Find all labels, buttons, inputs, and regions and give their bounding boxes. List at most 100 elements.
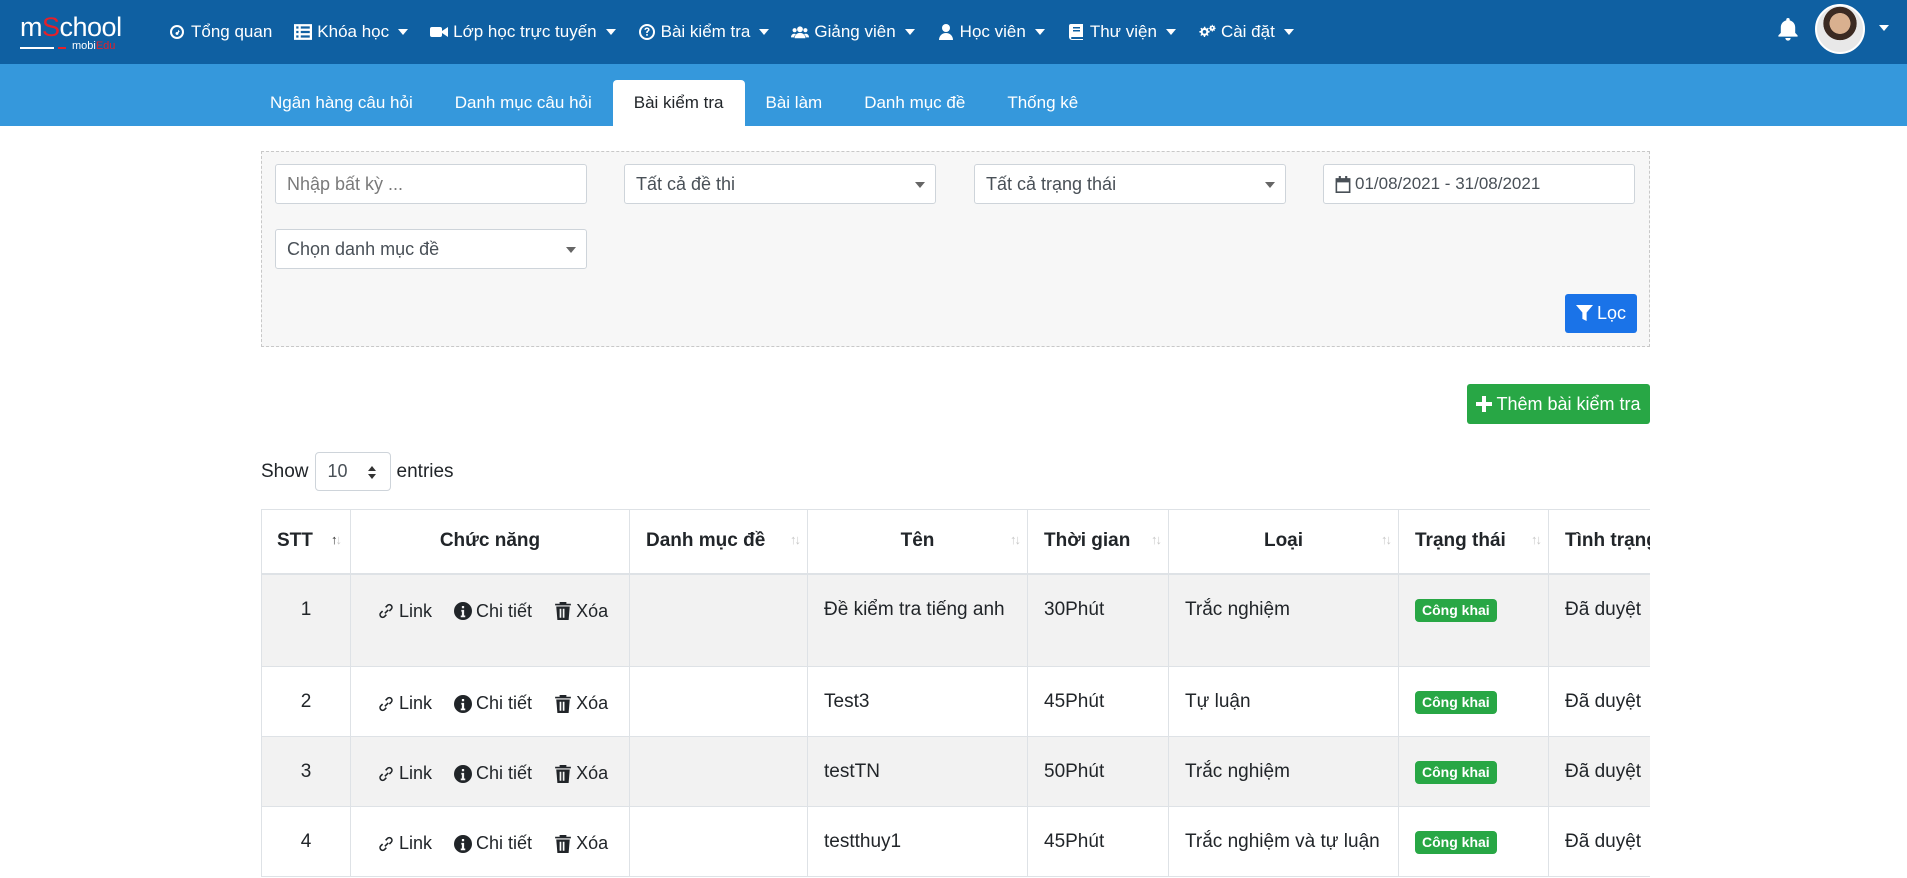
status-select[interactable]: Tất cả trạng thái [974,164,1286,204]
cell-stt: 1 [261,573,351,667]
column-header-danh-muc-de[interactable]: Danh mục đề ↑↓ [629,509,808,575]
table-row: 3 Link Chi tiết Xóa testTN 50Phút Trắc n… [261,736,1650,807]
column-header-thoi-gian[interactable]: Thời gian ↑↓ [1027,509,1169,575]
delete-button[interactable]: Xóa [554,597,608,626]
tab-danh-muc-de[interactable]: Danh mục đề [843,80,986,126]
cell-state: Đã duyệt [1548,573,1650,667]
add-exam-button[interactable]: Thêm bài kiểm tra [1467,384,1650,424]
exam-table-container[interactable]: STT ↑↓ Chức năng Danh mục đề ↑↓ Tên ↑↓ Thời… [261,509,1650,878]
link-button[interactable]: Link [377,829,432,858]
page-length-select[interactable]: 10 [314,452,391,491]
category-select[interactable]: Chọn danh mục đề [275,229,587,269]
cell-actions: Link Chi tiết Xóa [350,573,630,667]
nav-giang-vien[interactable]: Giảng viên [791,22,915,42]
chevron-down-icon [904,29,915,35]
detail-button[interactable]: Chi tiết [454,597,532,626]
tab-danh-muc-cau-hoi[interactable]: Danh mục câu hỏi [434,80,613,126]
users-icon [791,26,810,39]
tab-bai-lam[interactable]: Bài làm [745,80,844,126]
cell-stt: 2 [261,666,351,737]
dropdown-arrow-icon [915,182,925,188]
nav-bai-kiem-tra[interactable]: Bài kiểm tra [638,22,770,42]
notification-bell-icon[interactable] [1777,18,1799,42]
cell-status: Công khai [1398,666,1549,737]
table-row: 2 Link Chi tiết Xóa Test3 45Phút Tự luận… [261,666,1650,737]
date-range-input[interactable]: 01/08/2021 - 31/08/2021 [1323,164,1635,204]
page-length-control: Show 10 entries [261,452,454,491]
nav-tong-quan[interactable]: Tổng quan [168,22,272,42]
link-icon [379,603,393,619]
detail-button[interactable]: Chi tiết [454,689,532,718]
cell-category [629,666,808,737]
trash-icon [555,694,571,713]
delete-button[interactable]: Xóa [554,689,608,718]
mschool-logo[interactable]: mSchool mobiEdu [20,12,142,52]
info-circle-icon [454,834,473,853]
column-header-trang-thai[interactable]: Trạng thái ↑↓ [1398,509,1549,575]
status-badge: Công khai [1415,831,1497,854]
search-input[interactable]: Nhập bất kỳ ... [275,164,587,204]
cell-state: Đã duyệt [1548,666,1650,737]
user-avatar[interactable] [1815,4,1865,54]
chevron-down-icon[interactable] [1879,25,1889,31]
nav-cai-dat[interactable]: Cài đặt [1198,22,1294,42]
nav-khoa-hoc[interactable]: Khóa học [294,22,409,42]
status-badge: Công khai [1415,598,1497,622]
column-header-tinh-trang[interactable]: Tình trạng [1548,509,1650,575]
nav-lop-hoc-truc-tuyen[interactable]: Lớp học trực tuyến [430,22,616,42]
cell-state: Đã duyệt [1548,736,1650,807]
sort-icon: ↑↓ [1010,532,1021,547]
tab-list: Ngân hàng câu hỏi Danh mục câu hỏi Bài k… [249,80,1099,126]
table-header-row: STT ↑↓ Chức năng Danh mục đề ↑↓ Tên ↑↓ Thời… [261,509,1650,575]
chevron-down-icon [605,29,616,35]
link-button[interactable]: Link [377,597,432,626]
nav-thu-vien[interactable]: Thư viện [1067,22,1176,42]
chevron-down-icon [1283,29,1294,35]
cell-name: Test3 [807,666,1028,737]
cell-actions: Link Chi tiết Xóa [350,806,630,877]
cell-status: Công khai [1398,736,1549,807]
tab-thong-ke[interactable]: Thống kê [986,80,1099,126]
chevron-down-icon [759,29,770,35]
cell-stt: 3 [261,736,351,807]
detail-button[interactable]: Chi tiết [454,759,532,788]
sort-icon: ↑↓ [790,532,801,547]
delete-button[interactable]: Xóa [554,759,608,788]
sort-icon: ↑↓ [331,532,342,547]
chevron-down-icon [1034,29,1045,35]
sort-icon: ↑↓ [1151,532,1162,547]
link-icon [379,696,393,711]
cell-type: Trắc nghiệm [1168,736,1399,807]
cell-time: 30Phút [1027,573,1169,667]
link-button[interactable]: Link [377,759,432,788]
question-circle-icon [638,24,655,40]
cell-type: Tự luận [1168,666,1399,737]
cell-status: Công khai [1398,806,1549,877]
cell-time: 50Phút [1027,736,1169,807]
link-button[interactable]: Link [377,689,432,718]
cell-actions: Link Chi tiết Xóa [350,736,630,807]
sub-navbar: Ngân hàng câu hỏi Danh mục câu hỏi Bài k… [0,64,1907,126]
gears-icon [1199,24,1216,38]
column-header-ten[interactable]: Tên ↑↓ [807,509,1028,575]
dropdown-arrow-icon [566,247,576,253]
tab-bai-kiem-tra[interactable]: Bài kiểm tra [612,80,745,126]
column-header-chuc-nang: Chức năng [350,509,630,575]
info-circle-icon [454,694,473,713]
tab-ngan-hang-cau-hoi[interactable]: Ngân hàng câu hỏi [249,80,434,126]
link-icon [379,836,393,851]
cell-name: Đề kiểm tra tiếng anh [807,573,1028,667]
list-icon [294,24,313,40]
column-header-stt[interactable]: STT ↑↓ [261,509,351,575]
cell-type: Trắc nghiệm [1168,573,1399,667]
top-navbar: mSchool mobiEdu Tổng quan Khóa học Lớp h… [0,0,1907,64]
delete-button[interactable]: Xóa [554,829,608,858]
exam-select[interactable]: Tất cả đề thi [624,164,936,204]
filter-button[interactable]: Lọc [1565,294,1637,333]
exam-table: STT ↑↓ Chức năng Danh mục đề ↑↓ Tên ↑↓ Thời… [261,509,1650,877]
detail-button[interactable]: Chi tiết [454,829,532,858]
column-header-loai[interactable]: Loại ↑↓ [1168,509,1399,575]
status-badge: Công khai [1415,691,1497,714]
sort-up-icon [367,466,376,471]
nav-hoc-vien[interactable]: Học viên [937,22,1045,42]
